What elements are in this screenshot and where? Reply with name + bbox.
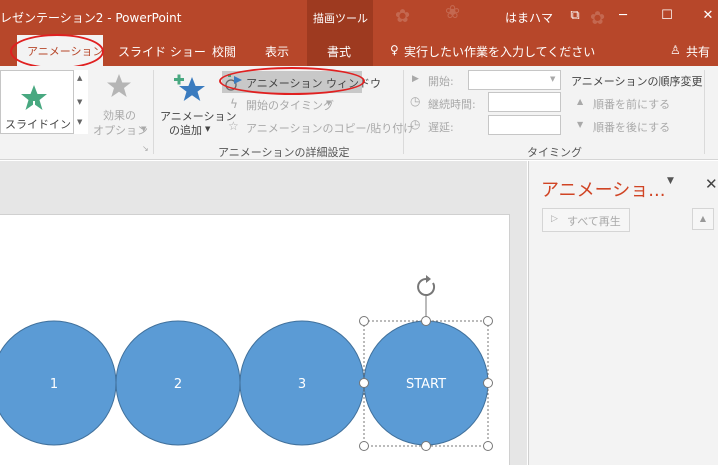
circle-label: START	[406, 377, 446, 392]
rotate-handle-icon[interactable]	[417, 275, 436, 296]
tab-slideshow[interactable]: スライド ショー	[118, 43, 206, 60]
background-doodle: ❀	[445, 2, 461, 23]
play-icon: ▷	[551, 214, 558, 224]
move-earlier-button[interactable]: 順番を前にする	[593, 96, 670, 112]
lightbulb-icon: ♀	[390, 43, 399, 57]
effect-options-label-1[interactable]: 効果の	[103, 107, 136, 123]
group-separator	[403, 70, 404, 154]
circle-label: 2	[174, 377, 182, 392]
chevron-down-icon: ▼	[326, 99, 332, 107]
chevron-down-icon: ▼	[550, 75, 556, 83]
close-button[interactable]: ✕	[698, 6, 718, 26]
clock-icon: ◷	[410, 94, 421, 108]
close-icon[interactable]: ✕	[705, 175, 718, 193]
group-label-timing: タイミング	[527, 146, 582, 159]
start-label: 開始:	[428, 75, 454, 88]
slide-canvas[interactable]: 1 2 3 START	[0, 214, 510, 465]
group-separator	[704, 70, 705, 154]
duration-spinner[interactable]	[488, 92, 561, 112]
duration-label: 継続時間:	[428, 98, 476, 111]
user-name[interactable]: はまハマ	[505, 9, 553, 26]
pane-title: アニメーショ...	[541, 180, 666, 201]
scroll-up-icon[interactable]: ▲	[77, 74, 82, 82]
play-icon: ▶	[412, 74, 419, 84]
add-animation-star-icon	[174, 74, 205, 101]
dialog-launcher-icon[interactable]: ↘	[142, 144, 149, 153]
gallery-scrollbar[interactable]: ▲ ▼ ▼	[73, 70, 88, 134]
effect-options-star-icon	[107, 74, 131, 97]
play-all-button[interactable]: ▷ すべて再生	[542, 208, 630, 232]
slide-work-area: 1 2 3 START	[0, 161, 527, 465]
add-animation-label-2[interactable]: の追加	[169, 122, 202, 138]
drawing-tools-header: 描画ツール	[307, 0, 373, 35]
group-label-advanced: アニメーションの詳細設定	[218, 146, 350, 159]
minimize-button[interactable]: ─	[613, 6, 633, 26]
start-select[interactable]	[468, 70, 561, 90]
delay-spinner[interactable]	[488, 115, 561, 135]
scroll-down-icon[interactable]: ▼	[77, 98, 82, 106]
animation-pane: アニメーショ... ▼ ✕ ▷ すべて再生 ▲	[528, 161, 718, 465]
tab-view[interactable]: 表示	[265, 43, 289, 60]
person-icon: ♙	[670, 43, 681, 57]
share-button[interactable]: 共有	[686, 43, 710, 60]
gallery-more-icon[interactable]: ▼	[77, 118, 82, 126]
tell-me-box[interactable]: 実行したい作業を入力してください	[404, 43, 595, 60]
effect-options-label-2[interactable]: オプション	[93, 122, 148, 138]
arrow-up-icon: ▲	[577, 97, 584, 106]
animation-painter-button[interactable]: アニメーションのコピー/貼り付け	[246, 120, 414, 136]
delay-label: 遅延:	[428, 121, 454, 134]
arrow-down-icon: ▼	[577, 120, 584, 129]
fly-in-star-icon	[21, 85, 47, 112]
lightning-icon: ϟ	[230, 97, 238, 111]
move-later-button[interactable]: 順番を後にする	[593, 119, 670, 135]
animation-painter-icon: ☆	[228, 119, 239, 133]
window-title: レゼンテーション2 - PowerPoint	[0, 11, 182, 25]
maximize-button[interactable]: ☐	[657, 6, 677, 26]
ribbon: スライドイン ▲ ▼ ▼ 効果の オプション ▼ ↘ アニメーション の追加 ▼…	[0, 66, 718, 160]
reorder-title: アニメーションの順序変更	[571, 75, 703, 88]
chevron-down-icon: ▼	[205, 125, 211, 133]
ribbon-display-options-icon[interactable]: ⧉	[565, 6, 585, 26]
group-separator	[153, 70, 154, 154]
gallery-item-label: スライドイン	[5, 118, 71, 131]
circle-label: 1	[50, 377, 58, 392]
pane-options-icon[interactable]: ▼	[667, 176, 674, 186]
circle-label: 3	[298, 377, 306, 392]
play-all-label: すべて再生	[567, 215, 621, 228]
annotation-oval-tab	[10, 34, 104, 69]
background-doodle: ✿	[395, 6, 411, 27]
chevron-down-icon: ▼	[141, 125, 147, 133]
scroll-up-icon[interactable]: ▲	[692, 208, 714, 230]
clock-icon: ◷	[410, 117, 421, 131]
tab-format[interactable]: 書式	[307, 35, 373, 66]
slide-shapes: 1 2 3 START	[0, 275, 493, 451]
tab-review[interactable]: 校閲	[212, 43, 236, 60]
tab-format-label: 書式	[327, 45, 352, 59]
background-doodle: ✿	[590, 8, 606, 29]
annotation-oval-animation-pane	[219, 67, 365, 95]
trigger-button[interactable]: 開始のタイミング	[246, 97, 334, 113]
contextual-group-label: 描画ツール	[313, 12, 368, 25]
